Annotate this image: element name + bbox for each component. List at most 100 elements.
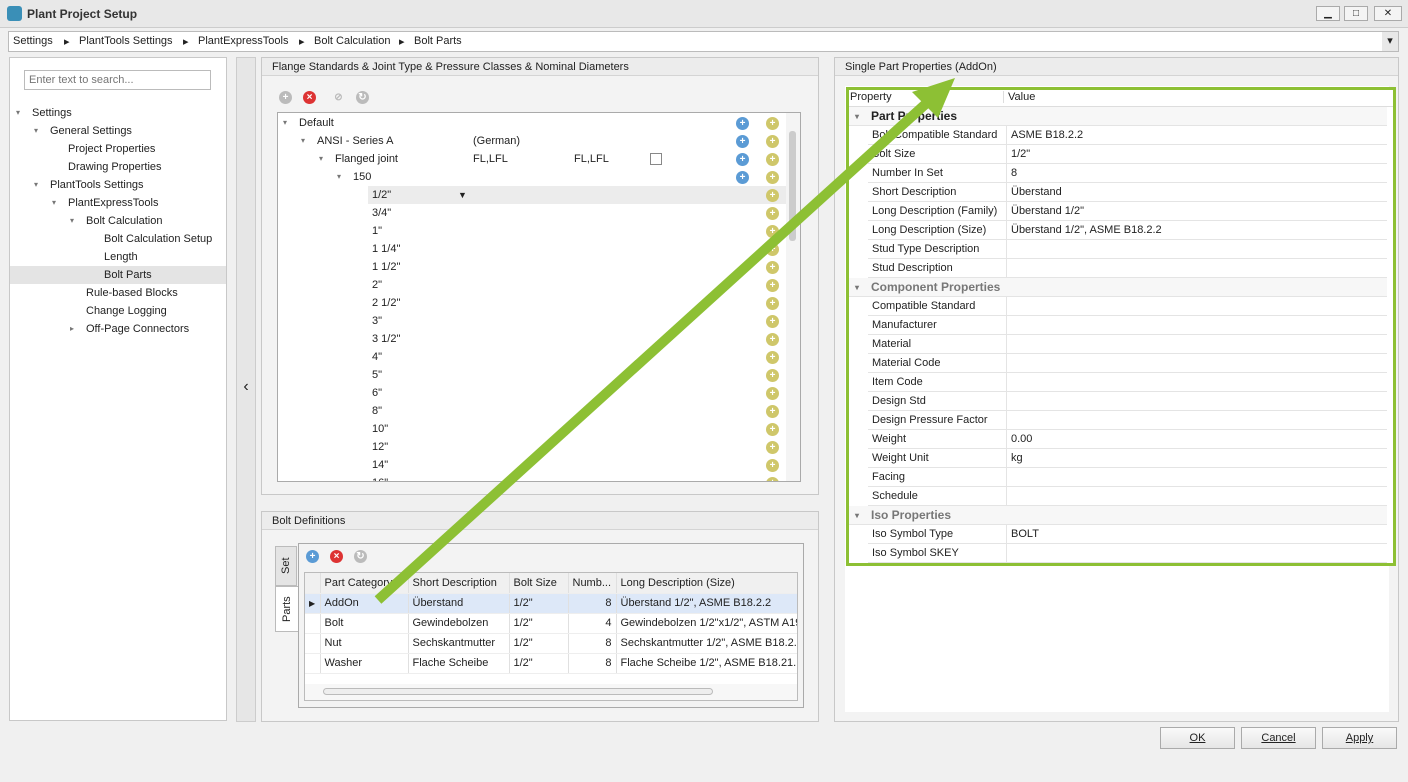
property-row[interactable]: Weight 0.00 xyxy=(868,430,1387,449)
property-value[interactable] xyxy=(1006,240,1387,259)
collapse-icon[interactable]: ▾ xyxy=(855,107,859,126)
tree-node[interactable]: ▾ Default + + xyxy=(278,114,786,132)
size-node[interactable]: 14" + xyxy=(368,456,786,474)
size-node[interactable]: 5" + xyxy=(368,366,786,384)
property-row[interactable]: Compatible Standard xyxy=(868,297,1387,316)
collapse-sidebar-button[interactable]: ‹ xyxy=(236,57,256,722)
property-value[interactable] xyxy=(1006,316,1387,335)
add-sibling-icon[interactable]: + xyxy=(766,387,779,400)
table-cell[interactable]: Flache Scheibe xyxy=(408,653,510,674)
minimize-button[interactable]: ▁ xyxy=(1316,6,1340,21)
cancel-button[interactable]: Cancel xyxy=(1241,727,1316,749)
sidebar-item[interactable]: ▾ PlantTools Settings xyxy=(10,176,226,194)
scrollbar-thumb[interactable] xyxy=(323,688,713,695)
property-row[interactable]: Short Description Überstand xyxy=(868,183,1387,202)
column-header[interactable]: Bolt Size xyxy=(509,573,569,594)
size-node[interactable]: 1 1/2" + xyxy=(368,258,786,276)
table-cell[interactable]: Flache Scheibe 1/2", ASME B18.21.1 xyxy=(616,653,797,674)
delete-icon[interactable]: × xyxy=(303,91,316,104)
collapse-icon[interactable]: ▾ xyxy=(283,114,287,132)
size-node[interactable]: 2" + xyxy=(368,276,786,294)
property-value[interactable] xyxy=(1006,297,1387,316)
add-child-icon[interactable]: + xyxy=(736,117,749,130)
table-cell[interactable]: 4 xyxy=(568,613,617,634)
column-header[interactable]: Long Description (Size) xyxy=(616,573,797,594)
add-sibling-icon[interactable]: + xyxy=(766,459,779,472)
expand-icon[interactable]: ▸ xyxy=(70,320,74,338)
tab-set[interactable]: Set xyxy=(275,546,297,586)
sidebar-item[interactable]: ▸ Off-Page Connectors xyxy=(10,320,226,338)
property-row[interactable]: Manufacturer xyxy=(868,316,1387,335)
table-cell[interactable]: 8 xyxy=(568,653,617,674)
add-icon[interactable]: + xyxy=(279,91,292,104)
ok-button[interactable]: OK xyxy=(1160,727,1235,749)
property-row[interactable]: Item Code xyxy=(868,373,1387,392)
property-value[interactable]: Überstand 1/2" xyxy=(1006,202,1387,221)
table-cell[interactable]: Überstand xyxy=(408,593,510,614)
property-value[interactable]: 8 xyxy=(1006,164,1387,183)
table-cell[interactable]: Washer xyxy=(320,653,409,674)
column-header[interactable]: Part Category xyxy=(320,573,409,594)
horizontal-scrollbar[interactable] xyxy=(305,684,797,700)
add-child-icon[interactable]: + xyxy=(736,153,749,166)
property-value[interactable] xyxy=(1006,354,1387,373)
add-sibling-icon[interactable]: + xyxy=(766,315,779,328)
property-grid[interactable]: Property Value ▾ Part Properties Bolt Comp… xyxy=(846,87,1396,566)
property-value[interactable] xyxy=(1006,411,1387,430)
property-value[interactable]: 0.00 xyxy=(1006,430,1387,449)
property-row[interactable]: Iso Symbol SKEY xyxy=(868,544,1387,563)
add-sibling-icon[interactable]: + xyxy=(766,405,779,418)
property-row[interactable]: Facing xyxy=(868,468,1387,487)
property-value[interactable] xyxy=(1006,544,1387,563)
property-value[interactable]: BOLT xyxy=(1006,525,1387,544)
column-header[interactable]: Numb... xyxy=(568,573,617,594)
collapse-icon[interactable]: ▾ xyxy=(855,506,859,525)
add-sibling-icon[interactable]: + xyxy=(766,477,779,481)
add-sibling-icon[interactable]: + xyxy=(766,333,779,346)
add-sibling-icon[interactable]: + xyxy=(766,225,779,238)
property-value[interactable]: kg xyxy=(1006,449,1387,468)
add-child-icon[interactable]: + xyxy=(736,171,749,184)
expand-icon[interactable]: ▾ xyxy=(70,212,74,230)
property-row[interactable]: Iso Symbol Type BOLT xyxy=(868,525,1387,544)
tree-node[interactable]: ▾ ANSI - Series A (German) + + xyxy=(278,132,786,150)
dropdown-icon[interactable]: ▼ xyxy=(458,186,467,204)
size-node[interactable]: 1/2" ▼ + xyxy=(368,186,786,204)
property-row[interactable]: Material xyxy=(868,335,1387,354)
maximize-button[interactable]: □ xyxy=(1344,6,1368,21)
tab-parts[interactable]: Parts xyxy=(275,586,299,632)
add-part-icon[interactable]: + xyxy=(306,550,319,563)
vertical-scrollbar[interactable] xyxy=(786,113,800,481)
property-value[interactable] xyxy=(1006,487,1387,506)
property-value[interactable] xyxy=(1006,373,1387,392)
add-sibling-icon[interactable]: + xyxy=(766,351,779,364)
property-row[interactable]: Number In Set 8 xyxy=(868,164,1387,183)
property-row[interactable]: Stud Type Description xyxy=(868,240,1387,259)
tree-node[interactable]: ▾ 150 + + xyxy=(278,168,786,186)
sidebar-item[interactable]: Project Properties xyxy=(10,140,226,158)
table-cell[interactable]: Gewindebolzen xyxy=(408,613,510,634)
checkbox[interactable] xyxy=(650,153,662,165)
delete-part-icon[interactable]: × xyxy=(330,550,343,563)
category-header[interactable]: ▾ Part Properties xyxy=(849,107,1387,126)
add-sibling-icon[interactable]: + xyxy=(766,369,779,382)
property-value[interactable] xyxy=(1006,335,1387,354)
property-value[interactable]: ASME B18.2.2 xyxy=(1006,126,1387,145)
sidebar-item[interactable]: Drawing Properties xyxy=(10,158,226,176)
tree-node[interactable]: ▾ Flanged joint FL,LFL FL,LFL + + xyxy=(278,150,786,168)
property-row[interactable]: Schedule xyxy=(868,487,1387,506)
collapse-icon[interactable]: ▾ xyxy=(319,150,323,168)
sidebar-item[interactable]: ▾ General Settings xyxy=(10,122,226,140)
breadcrumb-dropdown-icon[interactable]: ▾ xyxy=(1382,32,1398,51)
hide-icon[interactable]: ⊘ xyxy=(332,91,345,104)
apply-button[interactable]: Apply xyxy=(1322,727,1397,749)
size-node[interactable]: 3" + xyxy=(368,312,786,330)
table-cell[interactable]: 1/2" xyxy=(509,613,569,634)
breadcrumb-item[interactable]: PlantTools Settings xyxy=(79,35,173,47)
table-row[interactable]: Washer Flache Scheibe 1/2" 8 Flache Scheibe … xyxy=(305,653,797,674)
add-sibling-icon[interactable]: + xyxy=(766,261,779,274)
sidebar-item[interactable]: Change Logging xyxy=(10,302,226,320)
add-sibling-icon[interactable]: + xyxy=(766,117,779,130)
property-row[interactable]: Bolt Compatible Standard ASME B18.2.2 xyxy=(868,126,1387,145)
table-row[interactable]: Bolt Gewindebolzen 1/2" 4 Gewindebolzen 1/2"… xyxy=(305,613,797,634)
